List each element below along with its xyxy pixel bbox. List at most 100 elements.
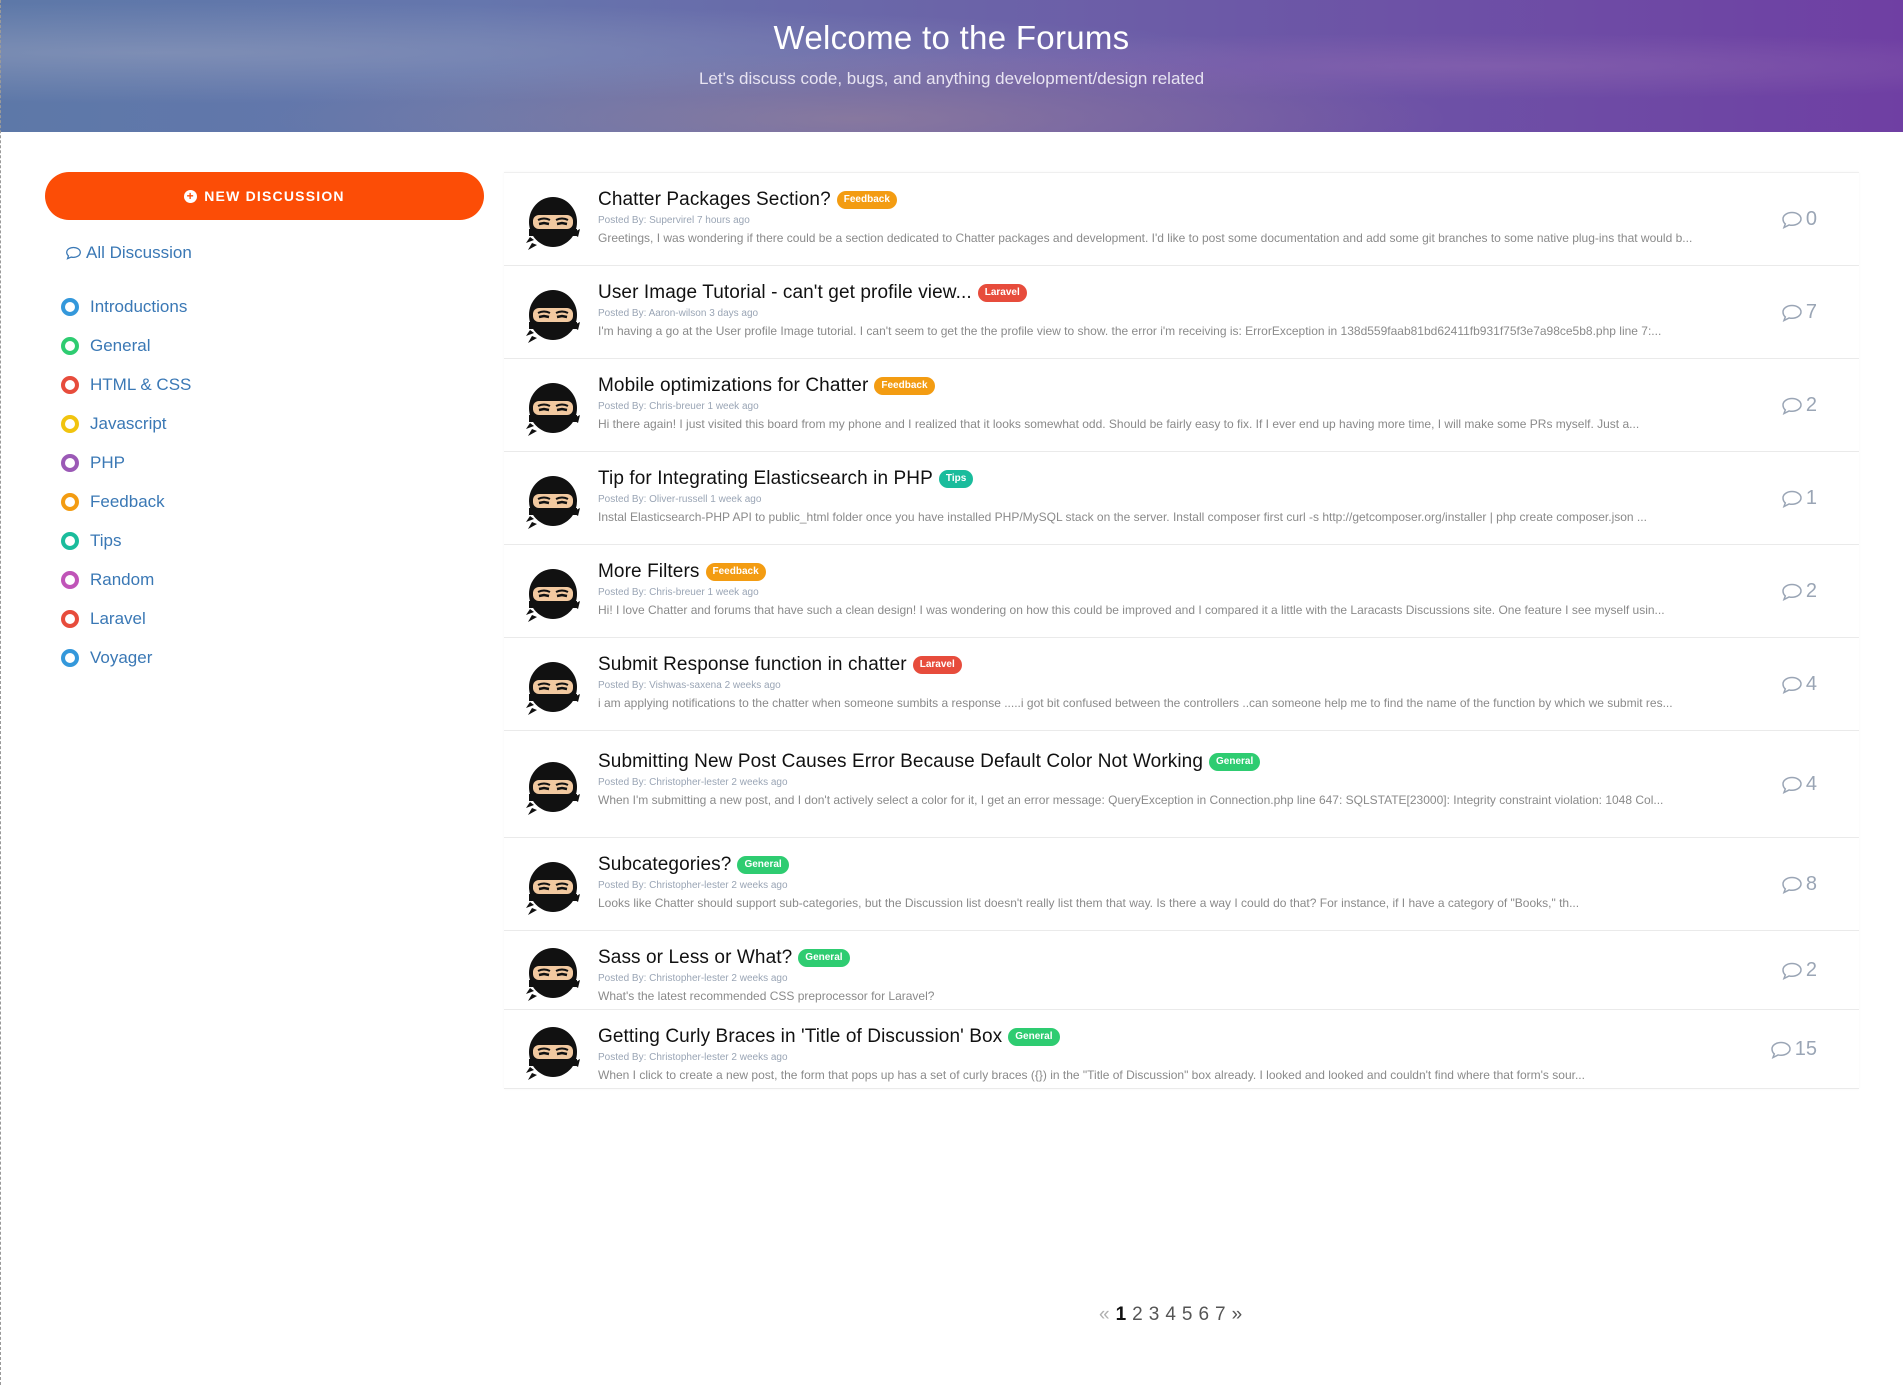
discussion-meta: Posted By: Supervirel 7 hours ago xyxy=(598,215,1759,226)
discussion-row[interactable]: Subcategories? General Posted By: Christop… xyxy=(504,837,1859,930)
discussion-row[interactable]: Chatter Packages Section? Feedback Posted … xyxy=(504,172,1859,265)
discussion-row[interactable]: Submitting New Post Causes Error Because… xyxy=(504,730,1859,837)
discussion-title-line: Chatter Packages Section? Feedback xyxy=(598,189,1759,211)
pagination-page[interactable]: 6 xyxy=(1198,1304,1209,1326)
discussion-row[interactable]: User Image Tutorial - can't get profile … xyxy=(504,265,1859,358)
category-dot-icon xyxy=(61,336,79,355)
pagination-page[interactable]: 3 xyxy=(1149,1304,1160,1326)
category-badge[interactable]: General xyxy=(737,856,789,874)
category-item[interactable]: Voyager xyxy=(61,638,485,677)
category-item[interactable]: General xyxy=(61,326,485,365)
pagination-page[interactable]: 7 xyxy=(1215,1304,1226,1326)
discussion-title[interactable]: User Image Tutorial - can't get profile … xyxy=(598,282,972,304)
author-link[interactable]: Vishwas-saxena xyxy=(649,680,722,691)
discussion-title[interactable]: Mobile optimizations for Chatter xyxy=(598,375,868,397)
new-discussion-button[interactable]: + NEW DISCUSSION xyxy=(45,172,484,220)
reply-count: 15 xyxy=(1770,1038,1817,1061)
category-item[interactable]: Tips xyxy=(61,521,485,560)
pagination-next[interactable]: » xyxy=(1232,1304,1243,1326)
category-badge[interactable]: Feedback xyxy=(874,377,935,395)
category-badge[interactable]: General xyxy=(1209,753,1261,771)
author-link[interactable]: Christopher-lester xyxy=(649,973,728,984)
discussion-title-line: Sass or Less or What? General xyxy=(598,947,1759,969)
all-discussion-link[interactable]: All Discussion xyxy=(65,243,485,263)
category-badge[interactable]: Feedback xyxy=(836,191,897,209)
post-time: 2 weeks ago xyxy=(724,680,781,691)
category-badge[interactable]: Laravel xyxy=(977,284,1027,302)
author-link[interactable]: Christopher-lester xyxy=(649,1052,728,1063)
chat-bubble-icon xyxy=(1782,876,1802,894)
discussion-row[interactable]: Tip for Integrating Elasticsearch in PHP… xyxy=(504,451,1859,544)
discussion-title-line: Mobile optimizations for Chatter Feedback xyxy=(598,375,1759,397)
category-badge[interactable]: General xyxy=(798,949,850,967)
discussion-title[interactable]: Getting Curly Braces in 'Title of Discus… xyxy=(598,1026,1002,1048)
category-item[interactable]: HTML & CSS xyxy=(61,365,485,404)
discussion-title[interactable]: Chatter Packages Section? xyxy=(598,189,831,211)
author-link[interactable]: Supervirel xyxy=(649,215,694,226)
category-item[interactable]: PHP xyxy=(61,443,485,482)
posted-by-label: Posted By: xyxy=(598,880,647,891)
discussion-snippet: Looks like Chatter should support sub-ca… xyxy=(598,896,1580,910)
reply-count: 4 xyxy=(1781,673,1817,696)
reply-count: 0 xyxy=(1781,208,1817,231)
reply-count: 2 xyxy=(1781,394,1817,417)
discussion-meta: Posted By: Christopher-lester 2 weeks ag… xyxy=(598,777,1759,788)
posted-by-label: Posted By: xyxy=(598,587,647,598)
chat-bubble-icon xyxy=(1782,776,1802,794)
author-link[interactable]: Chris-breuer xyxy=(649,587,705,598)
category-badge[interactable]: Laravel xyxy=(912,656,962,674)
author-link[interactable]: Oliver-russell xyxy=(649,494,707,505)
reply-count-value: 7 xyxy=(1805,301,1817,323)
discussion-row[interactable]: Getting Curly Braces in 'Title of Discus… xyxy=(504,1009,1859,1088)
discussion-snippet: When I'm submitting a new post, and I do… xyxy=(598,793,1664,807)
discussion-title-line: User Image Tutorial - can't get profile … xyxy=(598,282,1759,304)
pagination-page[interactable]: 5 xyxy=(1182,1304,1193,1326)
category-badge[interactable]: Feedback xyxy=(705,563,766,581)
category-dot-icon xyxy=(61,648,79,667)
author-link[interactable]: Christopher-lester xyxy=(649,777,728,788)
pagination-page[interactable]: 4 xyxy=(1165,1304,1176,1326)
category-badge[interactable]: General xyxy=(1008,1028,1060,1046)
category-label: PHP xyxy=(90,452,125,472)
category-label: HTML & CSS xyxy=(90,374,192,394)
discussion-row[interactable]: Submit Response function in chatter Larav… xyxy=(504,637,1859,730)
posted-by-label: Posted By: xyxy=(598,308,647,319)
discussion-row[interactable]: Sass or Less or What? General Posted By: C… xyxy=(504,930,1859,1009)
avatar xyxy=(524,379,580,439)
forum-hero-banner: Welcome to the Forums Let's discuss code… xyxy=(0,0,1903,132)
author-link[interactable]: Aaron-wilson xyxy=(649,308,707,319)
category-item[interactable]: Introductions xyxy=(61,287,485,326)
discussion-meta: Posted By: Chris-breuer 1 week ago xyxy=(598,401,1759,412)
pagination-page[interactable]: 2 xyxy=(1132,1304,1143,1326)
discussion-meta: Posted By: Chris-breuer 1 week ago xyxy=(598,587,1759,598)
discussion-title[interactable]: Tip for Integrating Elasticsearch in PHP xyxy=(598,468,933,490)
post-time: 3 days ago xyxy=(709,308,759,319)
category-item[interactable]: Javascript xyxy=(61,404,485,443)
discussion-title[interactable]: Submit Response function in chatter xyxy=(598,654,907,676)
discussion-title[interactable]: More Filters xyxy=(598,561,700,583)
reply-count-value: 2 xyxy=(1805,394,1817,416)
discussion-row[interactable]: Mobile optimizations for Chatter Feedback… xyxy=(504,358,1859,451)
pagination-page[interactable]: 1 xyxy=(1116,1304,1127,1326)
discussion-meta: Posted By: Vishwas-saxena 2 weeks ago xyxy=(598,680,1759,691)
post-time: 2 weeks ago xyxy=(731,880,788,891)
author-link[interactable]: Chris-breuer xyxy=(649,401,705,412)
discussion-title[interactable]: Subcategories? xyxy=(598,854,731,876)
category-item[interactable]: Random xyxy=(61,560,485,599)
discussion-body: Submitting New Post Causes Error Because… xyxy=(598,751,1759,809)
reply-count-value: 0 xyxy=(1805,208,1817,230)
category-item[interactable]: Laravel xyxy=(61,599,485,638)
discussion-title[interactable]: Sass or Less or What? xyxy=(598,947,792,969)
avatar xyxy=(524,565,580,625)
discussion-body: Tip for Integrating Elasticsearch in PHP… xyxy=(598,468,1759,526)
discussion-title[interactable]: Submitting New Post Causes Error Because… xyxy=(598,751,1203,773)
category-dot-icon xyxy=(61,570,79,589)
category-badge[interactable]: Tips xyxy=(938,470,974,488)
author-link[interactable]: Christopher-lester xyxy=(649,880,728,891)
category-label: Javascript xyxy=(90,413,167,433)
reply-count-value: 8 xyxy=(1805,873,1817,895)
category-item[interactable]: Feedback xyxy=(61,482,485,521)
category-label: Laravel xyxy=(90,608,146,628)
chat-bubble-icon xyxy=(1782,397,1802,415)
discussion-row[interactable]: More Filters Feedback Posted By: Chris-bre… xyxy=(504,544,1859,637)
